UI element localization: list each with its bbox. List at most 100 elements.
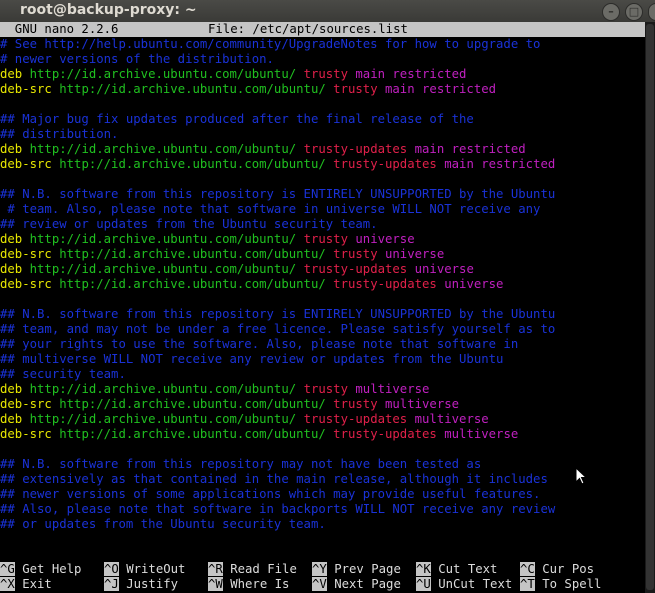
line-token-url: http://id.archive.ubuntu.com/ubuntu/ bbox=[29, 67, 304, 81]
editor-line[interactable]: deb http://id.archive.ubuntu.com/ubuntu/… bbox=[0, 382, 429, 397]
shortcut-label: UnCut Text bbox=[430, 577, 513, 591]
line-token-suite: trusty bbox=[303, 67, 356, 81]
editor-line[interactable]: ## Major bug fix updates produced after … bbox=[0, 112, 474, 127]
line-token-comment: ## N.B. software from this repository is… bbox=[0, 187, 556, 201]
mouse-pointer-icon bbox=[575, 467, 587, 485]
line-token-comment: ## N.B. software from this repository is… bbox=[0, 307, 556, 321]
editor-line[interactable]: # See http://help.ubuntu.com/community/U… bbox=[0, 37, 540, 52]
line-token-url: http://id.archive.ubuntu.com/ubuntu/ bbox=[59, 277, 334, 291]
line-token-type: deb-src bbox=[0, 277, 60, 291]
line-token-url: http://id.archive.ubuntu.com/ubuntu/ bbox=[29, 382, 304, 396]
terminal-area[interactable]: GNU nano 2.2.6 File: /etc/apt/sources.li… bbox=[0, 22, 645, 593]
minimize-icon[interactable]: – bbox=[602, 3, 620, 21]
line-token-comp: universe bbox=[414, 262, 474, 276]
line-token-comp: multiverse bbox=[414, 412, 489, 426]
line-token-suite: trusty-updates bbox=[333, 427, 445, 441]
line-token-type: deb-src bbox=[0, 397, 60, 411]
line-token-comment: # team. Also, please note that software … bbox=[7, 202, 541, 216]
line-token-type: deb-src bbox=[0, 82, 60, 96]
editor-line[interactable]: ## or updates from the Ubuntu security t… bbox=[0, 517, 326, 532]
shortcut-key: ^K bbox=[416, 562, 431, 576]
editor-line[interactable]: deb-src http://id.archive.ubuntu.com/ubu… bbox=[0, 397, 459, 412]
shortcut-label: Justify bbox=[118, 577, 179, 591]
maximize-icon[interactable]: □ bbox=[625, 3, 643, 21]
editor-line[interactable]: deb http://id.archive.ubuntu.com/ubuntu/… bbox=[0, 67, 466, 82]
shortcut-label: To Spell bbox=[534, 577, 602, 591]
line-token-comment: ## multiverse WILL NOT receive any revie… bbox=[0, 352, 504, 366]
window-titlebar[interactable]: root@backup-proxy: ~ – □ bbox=[0, 0, 655, 22]
editor-line[interactable]: ## review or updates from the Ubuntu sec… bbox=[0, 217, 378, 232]
window-title: root@backup-proxy: ~ bbox=[20, 2, 197, 18]
shortcut-key: ^X bbox=[0, 577, 15, 591]
editor-line[interactable]: ## N.B. software from this repository ma… bbox=[0, 457, 481, 472]
line-token-suite: trusty-updates bbox=[303, 142, 415, 156]
editor-line[interactable]: ## extensively as that contained in the … bbox=[0, 472, 548, 487]
editor-line[interactable]: deb http://id.archive.ubuntu.com/ubuntu/… bbox=[0, 262, 474, 277]
editor-line[interactable]: ## team. Also, please note that software… bbox=[0, 202, 540, 217]
line-token-type: deb bbox=[0, 67, 30, 81]
close-icon[interactable] bbox=[648, 3, 655, 21]
shortcut-item: ^C Cur Pos bbox=[520, 562, 594, 577]
shortcut-item: ^G Get Help bbox=[0, 562, 81, 577]
line-token-comment: # See http://help.ubuntu.com/community/U… bbox=[0, 37, 541, 51]
editor-line[interactable]: deb http://id.archive.ubuntu.com/ubuntu/… bbox=[0, 232, 415, 247]
line-token-suite: trusty-updates bbox=[303, 262, 415, 276]
shortcut-key: ^G bbox=[0, 562, 15, 576]
line-token-comment: ## distribution. bbox=[0, 127, 119, 141]
editor-line[interactable]: deb-src http://id.archive.ubuntu.com/ubu… bbox=[0, 247, 444, 262]
editor-line[interactable]: ## distribution. bbox=[0, 127, 118, 142]
editor-line[interactable]: ## Also, please note that software in ba… bbox=[0, 502, 555, 517]
shortcut-key: ^J bbox=[104, 577, 119, 591]
shortcut-key: ^W bbox=[208, 577, 223, 591]
line-token-suite: trusty bbox=[333, 247, 385, 261]
shortcut-key: ^C bbox=[520, 562, 535, 576]
scrollbar-thumb[interactable] bbox=[646, 24, 654, 590]
shortcut-label: Cur Pos bbox=[534, 562, 595, 576]
editor-line[interactable]: deb-src http://id.archive.ubuntu.com/ubu… bbox=[0, 427, 518, 442]
line-token-comp: universe bbox=[385, 247, 445, 261]
nano-header-bar: GNU nano 2.2.6 File: /etc/apt/sources.li… bbox=[0, 22, 645, 37]
editor-line[interactable]: # newer versions of the distribution. bbox=[0, 52, 274, 67]
line-token-type: deb bbox=[0, 142, 30, 156]
shortcut-item: ^T To Spell bbox=[520, 577, 601, 592]
shortcut-label: Cut Text bbox=[430, 562, 498, 576]
line-token-type: deb-src bbox=[0, 427, 60, 441]
line-token-url: http://id.archive.ubuntu.com/ubuntu/ bbox=[29, 232, 304, 246]
line-token-type: deb-src bbox=[0, 157, 60, 171]
shortcut-label: WriteOut bbox=[118, 562, 186, 576]
line-token-suite: trusty bbox=[333, 397, 385, 411]
editor-line[interactable]: ## security team. bbox=[0, 367, 126, 382]
editor-line[interactable]: ## N.B. software from this repository is… bbox=[0, 307, 555, 322]
editor-line[interactable]: deb http://id.archive.ubuntu.com/ubuntu/… bbox=[0, 412, 489, 427]
editor-line[interactable]: deb http://id.archive.ubuntu.com/ubuntu/… bbox=[0, 142, 526, 157]
editor-line[interactable]: ## your rights to use the software. Also… bbox=[0, 337, 518, 352]
line-token-suite: trusty bbox=[303, 382, 356, 396]
editor-line[interactable]: ## N.B. software from this repository is… bbox=[0, 187, 555, 202]
shortcut-item: ^O WriteOut bbox=[104, 562, 185, 577]
shortcut-item: ^U UnCut Text bbox=[416, 577, 512, 592]
line-token-type: deb bbox=[0, 232, 30, 246]
shortcut-label: Exit bbox=[14, 577, 52, 591]
line-token-comment: ## team, and may not be under a free lic… bbox=[0, 322, 556, 336]
editor-line[interactable]: ## team, and may not be under a free lic… bbox=[0, 322, 555, 337]
line-token-comp: multiverse bbox=[444, 427, 519, 441]
editor-line[interactable]: ## newer versions of some applications w… bbox=[0, 487, 540, 502]
line-token-comment: # newer versions of the distribution. bbox=[0, 52, 274, 66]
editor-line[interactable]: deb-src http://id.archive.ubuntu.com/ubu… bbox=[0, 82, 496, 97]
editor-line[interactable]: ## multiverse WILL NOT receive any revie… bbox=[0, 352, 503, 367]
line-token-url: http://id.archive.ubuntu.com/ubuntu/ bbox=[59, 82, 334, 96]
shortcut-key: ^Y bbox=[312, 562, 327, 576]
line-token-comp: universe bbox=[444, 277, 504, 291]
line-token-url: http://id.archive.ubuntu.com/ubuntu/ bbox=[29, 412, 304, 426]
editor-line[interactable]: deb-src http://id.archive.ubuntu.com/ubu… bbox=[0, 277, 503, 292]
line-token-comment: ## your rights to use the software. Also… bbox=[0, 337, 519, 351]
line-token-type: deb bbox=[0, 262, 30, 276]
line-token-comment: ## Major bug fix updates produced after … bbox=[0, 112, 474, 126]
shortcut-item: ^J Justify bbox=[104, 577, 178, 592]
line-token-url: http://id.archive.ubuntu.com/ubuntu/ bbox=[59, 247, 334, 261]
line-token-type: deb-src bbox=[0, 247, 60, 261]
editor-line[interactable]: deb-src http://id.archive.ubuntu.com/ubu… bbox=[0, 157, 555, 172]
shortcut-item: ^W Where Is bbox=[208, 577, 289, 592]
line-token-suite: trusty-updates bbox=[333, 157, 445, 171]
terminal-scrollbar[interactable] bbox=[645, 22, 655, 593]
